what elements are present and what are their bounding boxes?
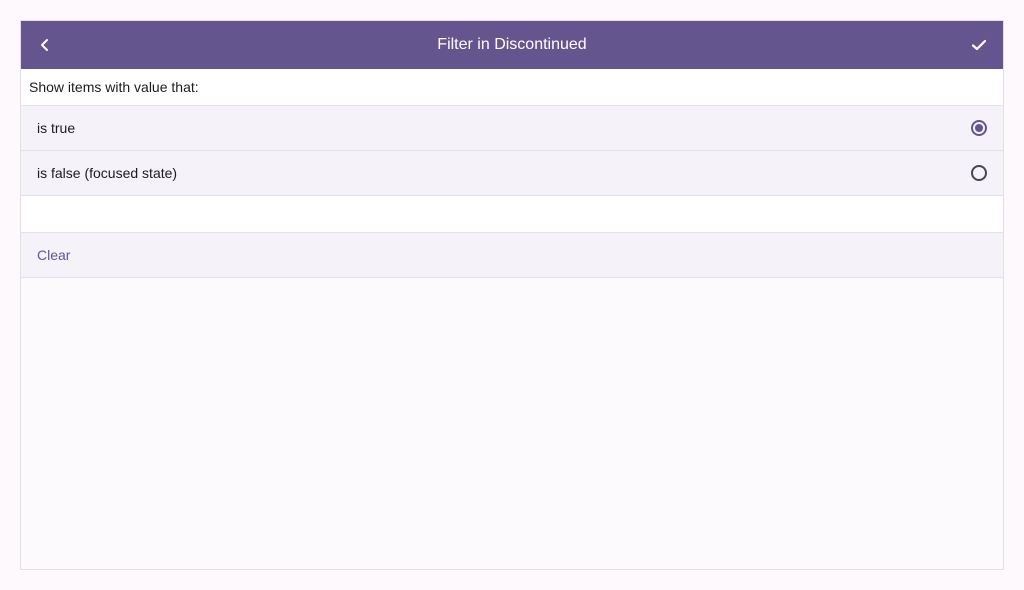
filter-prompt: Show items with value that: <box>21 69 1003 106</box>
filter-panel: Filter in Discontinued Show items with v… <box>20 20 1004 570</box>
chevron-left-icon <box>41 39 48 51</box>
back-button[interactable] <box>21 21 69 69</box>
confirm-button[interactable] <box>955 21 1003 69</box>
clear-row: Clear <box>21 233 1003 278</box>
radio-selected-icon[interactable] <box>971 120 987 136</box>
filter-header: Filter in Discontinued <box>21 21 1003 69</box>
clear-button[interactable]: Clear <box>37 247 70 263</box>
divider-spacer <box>21 196 1003 233</box>
option-is-false[interactable]: is false (focused state) <box>21 151 1003 196</box>
page-title: Filter in Discontinued <box>437 36 587 53</box>
radio-unselected-icon[interactable] <box>971 165 987 181</box>
check-icon <box>971 39 987 51</box>
option-is-true[interactable]: is true <box>21 106 1003 151</box>
option-label: is true <box>37 120 76 136</box>
option-label: is false (focused state) <box>37 165 178 181</box>
